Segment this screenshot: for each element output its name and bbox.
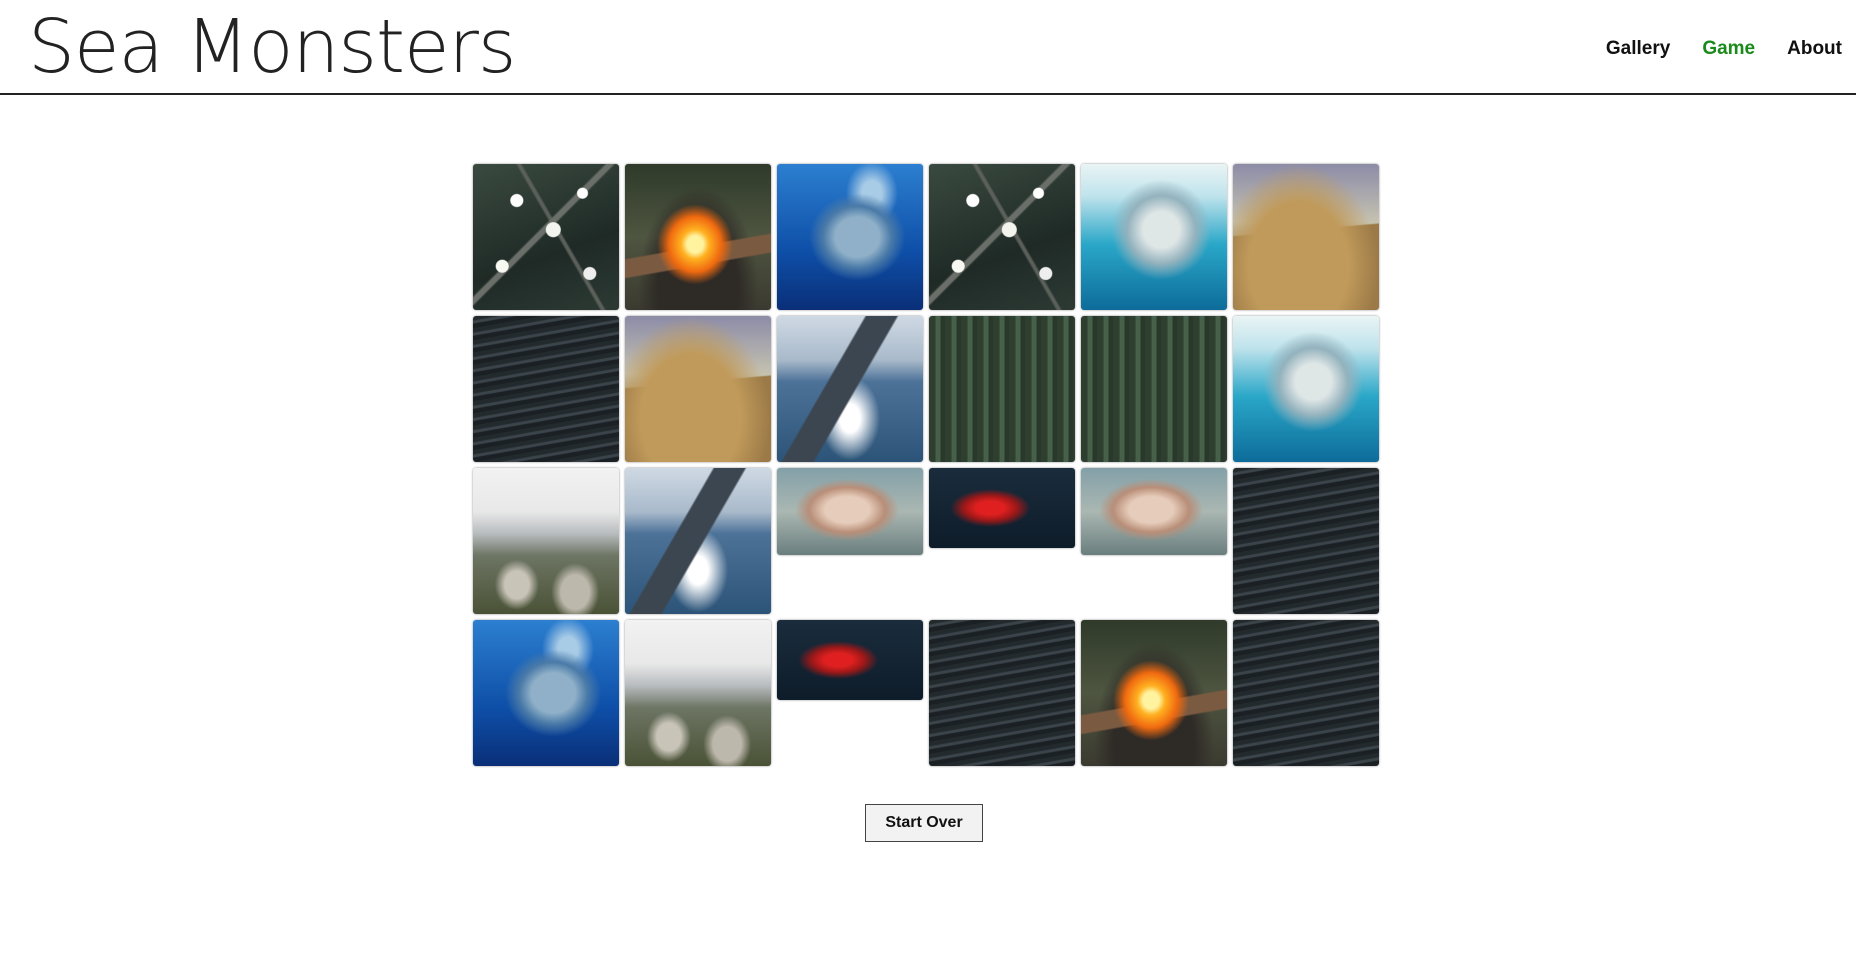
site-title: Sea Monsters bbox=[28, 4, 516, 90]
card-blossom[interactable] bbox=[929, 164, 1075, 310]
card-whale[interactable] bbox=[625, 468, 771, 614]
card-mosasaur[interactable] bbox=[473, 620, 619, 766]
card-mosasaur[interactable] bbox=[777, 164, 923, 310]
card-waves[interactable] bbox=[473, 316, 619, 462]
card-waves[interactable] bbox=[1233, 620, 1379, 766]
card-forest[interactable] bbox=[1081, 316, 1227, 462]
card-carcass[interactable] bbox=[1081, 468, 1227, 555]
nav-gallery[interactable]: Gallery bbox=[1606, 38, 1670, 60]
card-carcass[interactable] bbox=[777, 468, 923, 555]
site-header: Sea Monsters Gallery Game About bbox=[0, 0, 1856, 95]
card-blossom[interactable] bbox=[473, 164, 619, 310]
start-over-button[interactable]: Start Over bbox=[865, 804, 983, 842]
card-snow-rocks[interactable] bbox=[625, 620, 771, 766]
nav-about[interactable]: About bbox=[1787, 38, 1842, 60]
card-waves[interactable] bbox=[1233, 468, 1379, 614]
card-dune[interactable] bbox=[1233, 164, 1379, 310]
card-snow-rocks[interactable] bbox=[473, 468, 619, 614]
card-angel-creature[interactable] bbox=[1233, 316, 1379, 462]
card-fire[interactable] bbox=[625, 164, 771, 310]
card-red-fish[interactable] bbox=[929, 468, 1075, 548]
card-waves[interactable] bbox=[929, 620, 1075, 766]
card-whale[interactable] bbox=[777, 316, 923, 462]
card-fire[interactable] bbox=[1081, 620, 1227, 766]
card-red-fish[interactable] bbox=[777, 620, 923, 700]
card-dune[interactable] bbox=[625, 316, 771, 462]
card-angel-creature[interactable] bbox=[1081, 164, 1227, 310]
memory-game-board bbox=[473, 164, 1383, 766]
main-nav: Gallery Game About bbox=[1606, 38, 1842, 60]
nav-game[interactable]: Game bbox=[1702, 38, 1755, 60]
card-forest[interactable] bbox=[929, 316, 1075, 462]
